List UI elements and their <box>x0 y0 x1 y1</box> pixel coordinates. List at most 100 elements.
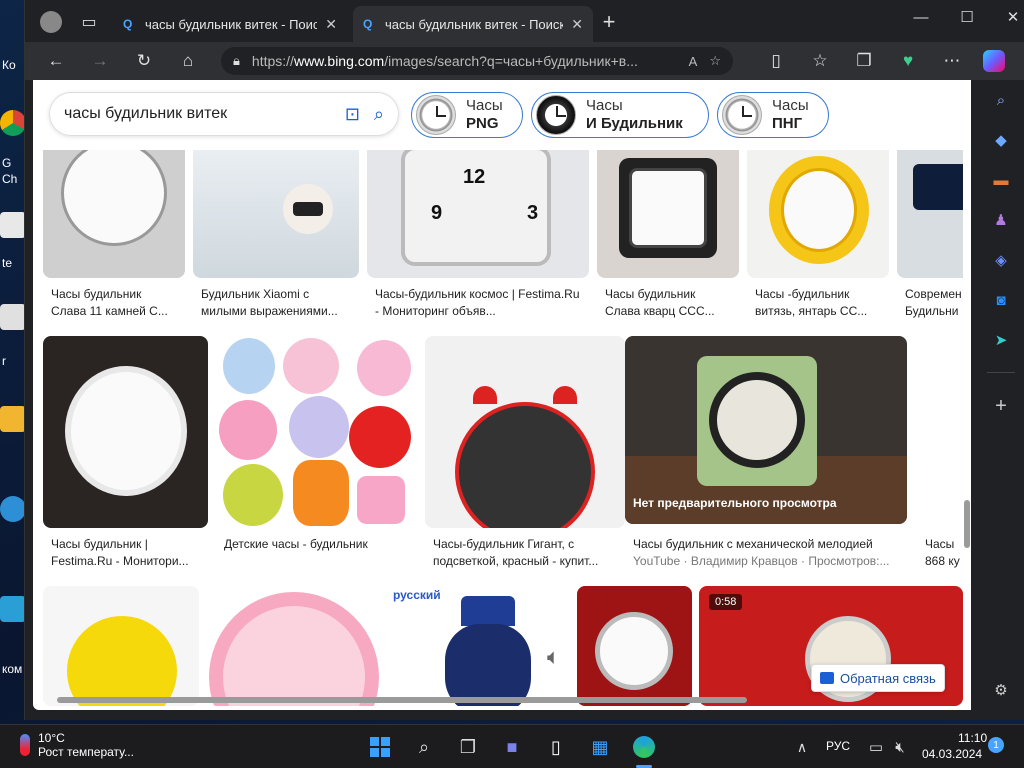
scrollbar-thumb[interactable] <box>57 697 747 703</box>
thermometer-icon <box>20 734 30 756</box>
add-icon[interactable]: + <box>989 394 1013 418</box>
language-indicator[interactable]: РУС <box>826 739 850 753</box>
games-icon[interactable]: ♟ <box>989 208 1013 232</box>
copilot-icon[interactable]: ◈ <box>989 248 1013 272</box>
weather-widget[interactable]: 10°C Рост температу... <box>20 731 134 759</box>
tag-icon[interactable]: ◆ <box>989 128 1013 152</box>
outlook-icon[interactable]: ◙ <box>989 288 1013 312</box>
briefcase-icon[interactable]: ▬ <box>989 168 1013 192</box>
image-result[interactable] <box>747 150 889 278</box>
related-chip-png-ru[interactable]: Часы ПНГ <box>717 92 829 138</box>
task-view-icon[interactable]: ❐ <box>454 733 482 761</box>
collections-icon[interactable]: ❐ <box>851 48 877 74</box>
image-caption[interactable]: Часы будильник | Festima.Ru - Монитори... <box>51 536 211 570</box>
image-result[interactable]: русский 🔈︎ <box>391 586 567 706</box>
home-button[interactable]: ⌂ <box>175 48 201 74</box>
clock-image <box>223 464 283 526</box>
tab-actions-icon[interactable]: ▭ <box>75 8 103 36</box>
image-caption[interactable]: Детские часы - будильник <box>224 536 414 553</box>
image-result[interactable] <box>43 586 199 706</box>
related-chip-png[interactable]: Часы PNG <box>411 92 523 138</box>
clock-date[interactable]: 04.03.2024 <box>922 747 982 761</box>
image-result[interactable] <box>425 336 625 528</box>
clock-image <box>67 616 177 706</box>
image-result[interactable] <box>897 150 963 278</box>
browser-essentials-icon[interactable]: ♥ <box>895 48 921 74</box>
chevron-up-icon[interactable]: ∧ <box>788 733 816 761</box>
search-icon[interactable]: ⌕ <box>410 733 438 761</box>
video-duration: 0:58 <box>709 594 743 610</box>
image-caption[interactable]: Будильник Xiaomi с милыми выражениями... <box>201 286 361 320</box>
search-icon[interactable]: ⌕ <box>374 104 384 125</box>
image-caption[interactable]: Часы будильник Слава кварц ССС... <box>605 286 741 320</box>
image-result[interactable] <box>217 336 417 528</box>
image-result[interactable] <box>43 336 208 528</box>
chat-icon[interactable]: ■ <box>498 733 526 761</box>
image-caption[interactable]: Современ Будильни <box>905 286 963 320</box>
split-screen-icon[interactable]: ▯ <box>763 48 789 74</box>
start-icon[interactable] <box>366 733 394 761</box>
tab-search-2[interactable]: Q часы будильник витек - Поиск ✕ <box>353 6 593 42</box>
scrollbar-thumb[interactable] <box>964 500 970 548</box>
image-result[interactable] <box>193 150 359 278</box>
bing-favicon-icon: Q <box>123 17 133 31</box>
image-caption[interactable]: Часы-будильник Гигант, с подсветкой, крас… <box>433 536 625 570</box>
feedback-label: Обратная связь <box>840 670 936 686</box>
image-result[interactable]: 12 3 9 <box>367 150 589 278</box>
clock-image <box>61 150 167 246</box>
image-result[interactable] <box>209 586 399 706</box>
horizontal-scrollbar[interactable] <box>57 696 957 704</box>
feedback-button[interactable]: Обратная связь <box>811 664 945 692</box>
search-icon[interactable]: ⌕ <box>989 88 1013 112</box>
maximize-button[interactable]: ☐ <box>947 4 987 30</box>
volume-muted-icon[interactable]: 🔇︎ <box>886 733 914 761</box>
visual-search-icon[interactable]: ⊡ <box>345 104 360 125</box>
image-caption[interactable]: Часы -будильник витязь, янтарь СС... <box>755 286 891 320</box>
minimize-button[interactable]: — <box>901 4 941 30</box>
clock-image <box>595 612 673 690</box>
read-aloud-icon[interactable]: A <box>689 54 698 69</box>
refresh-button[interactable]: ↻ <box>131 48 157 74</box>
related-chip-alarm[interactable]: Часы И Будильник <box>531 92 709 138</box>
image-result[interactable] <box>43 150 185 278</box>
desktop-label: ком <box>2 662 23 676</box>
video-result[interactable]: Нет предварительного просмотра <box>625 336 907 524</box>
clock-image <box>289 396 349 458</box>
store-icon[interactable]: ▦ <box>586 733 614 761</box>
notification-badge[interactable]: 1 <box>988 737 1004 753</box>
back-button[interactable]: ← <box>43 48 69 74</box>
vertical-scrollbar[interactable] <box>963 80 971 710</box>
profile-avatar[interactable] <box>37 8 65 36</box>
more-menu-icon[interactable]: ⋯ <box>939 48 965 74</box>
tab-search-1[interactable]: Q часы будильник витек - Поиск ✕ <box>113 6 347 42</box>
alarm-bell <box>553 386 577 404</box>
image-caption[interactable]: Часы-будильник космос | Festima.Ru - Мони… <box>375 286 589 320</box>
image-caption[interactable]: Часы 868 ку <box>925 536 965 570</box>
favorite-star-icon[interactable]: ☆ <box>709 53 721 69</box>
bing-images-page: часы будильник витек ⊡ ⌕ Часы PNG Часы И Б… <box>33 80 971 710</box>
image-result[interactable] <box>577 586 692 706</box>
desktop-label: Ch <box>2 172 18 186</box>
tab-title: часы будильник витек - Поиск <box>145 16 318 32</box>
address-bar[interactable]: 🔒︎ https://www.bing.com/images/search?q=… <box>221 47 733 75</box>
clock-image <box>357 476 405 524</box>
notepad-icon[interactable]: ▯ <box>542 733 570 761</box>
forward-button[interactable]: → <box>87 48 113 74</box>
clock-time[interactable]: 11:10 <box>958 731 987 745</box>
send-icon[interactable]: ➤ <box>989 328 1013 352</box>
copilot-icon[interactable] <box>981 48 1007 74</box>
new-tab-button[interactable]: + <box>595 8 623 36</box>
clock-face <box>629 168 707 248</box>
search-input[interactable]: часы будильник витек <box>64 105 345 123</box>
favorites-icon[interactable]: ☆ <box>807 48 833 74</box>
settings-icon[interactable]: ⚙ <box>989 678 1013 702</box>
close-icon[interactable]: ✕ <box>325 16 337 33</box>
image-caption[interactable]: Часы будильник Слава 11 камней С... <box>51 286 187 320</box>
image-result[interactable] <box>597 150 739 278</box>
search-box[interactable]: часы будильник витек ⊡ ⌕ <box>49 92 399 136</box>
video-caption[interactable]: Часы будильник с механической мелодией Yo… <box>633 536 913 570</box>
close-window-button[interactable]: ✕ <box>993 4 1024 30</box>
clock-thumbnail <box>416 95 456 135</box>
close-icon[interactable]: ✕ <box>571 16 583 33</box>
edge-icon[interactable] <box>630 733 658 761</box>
